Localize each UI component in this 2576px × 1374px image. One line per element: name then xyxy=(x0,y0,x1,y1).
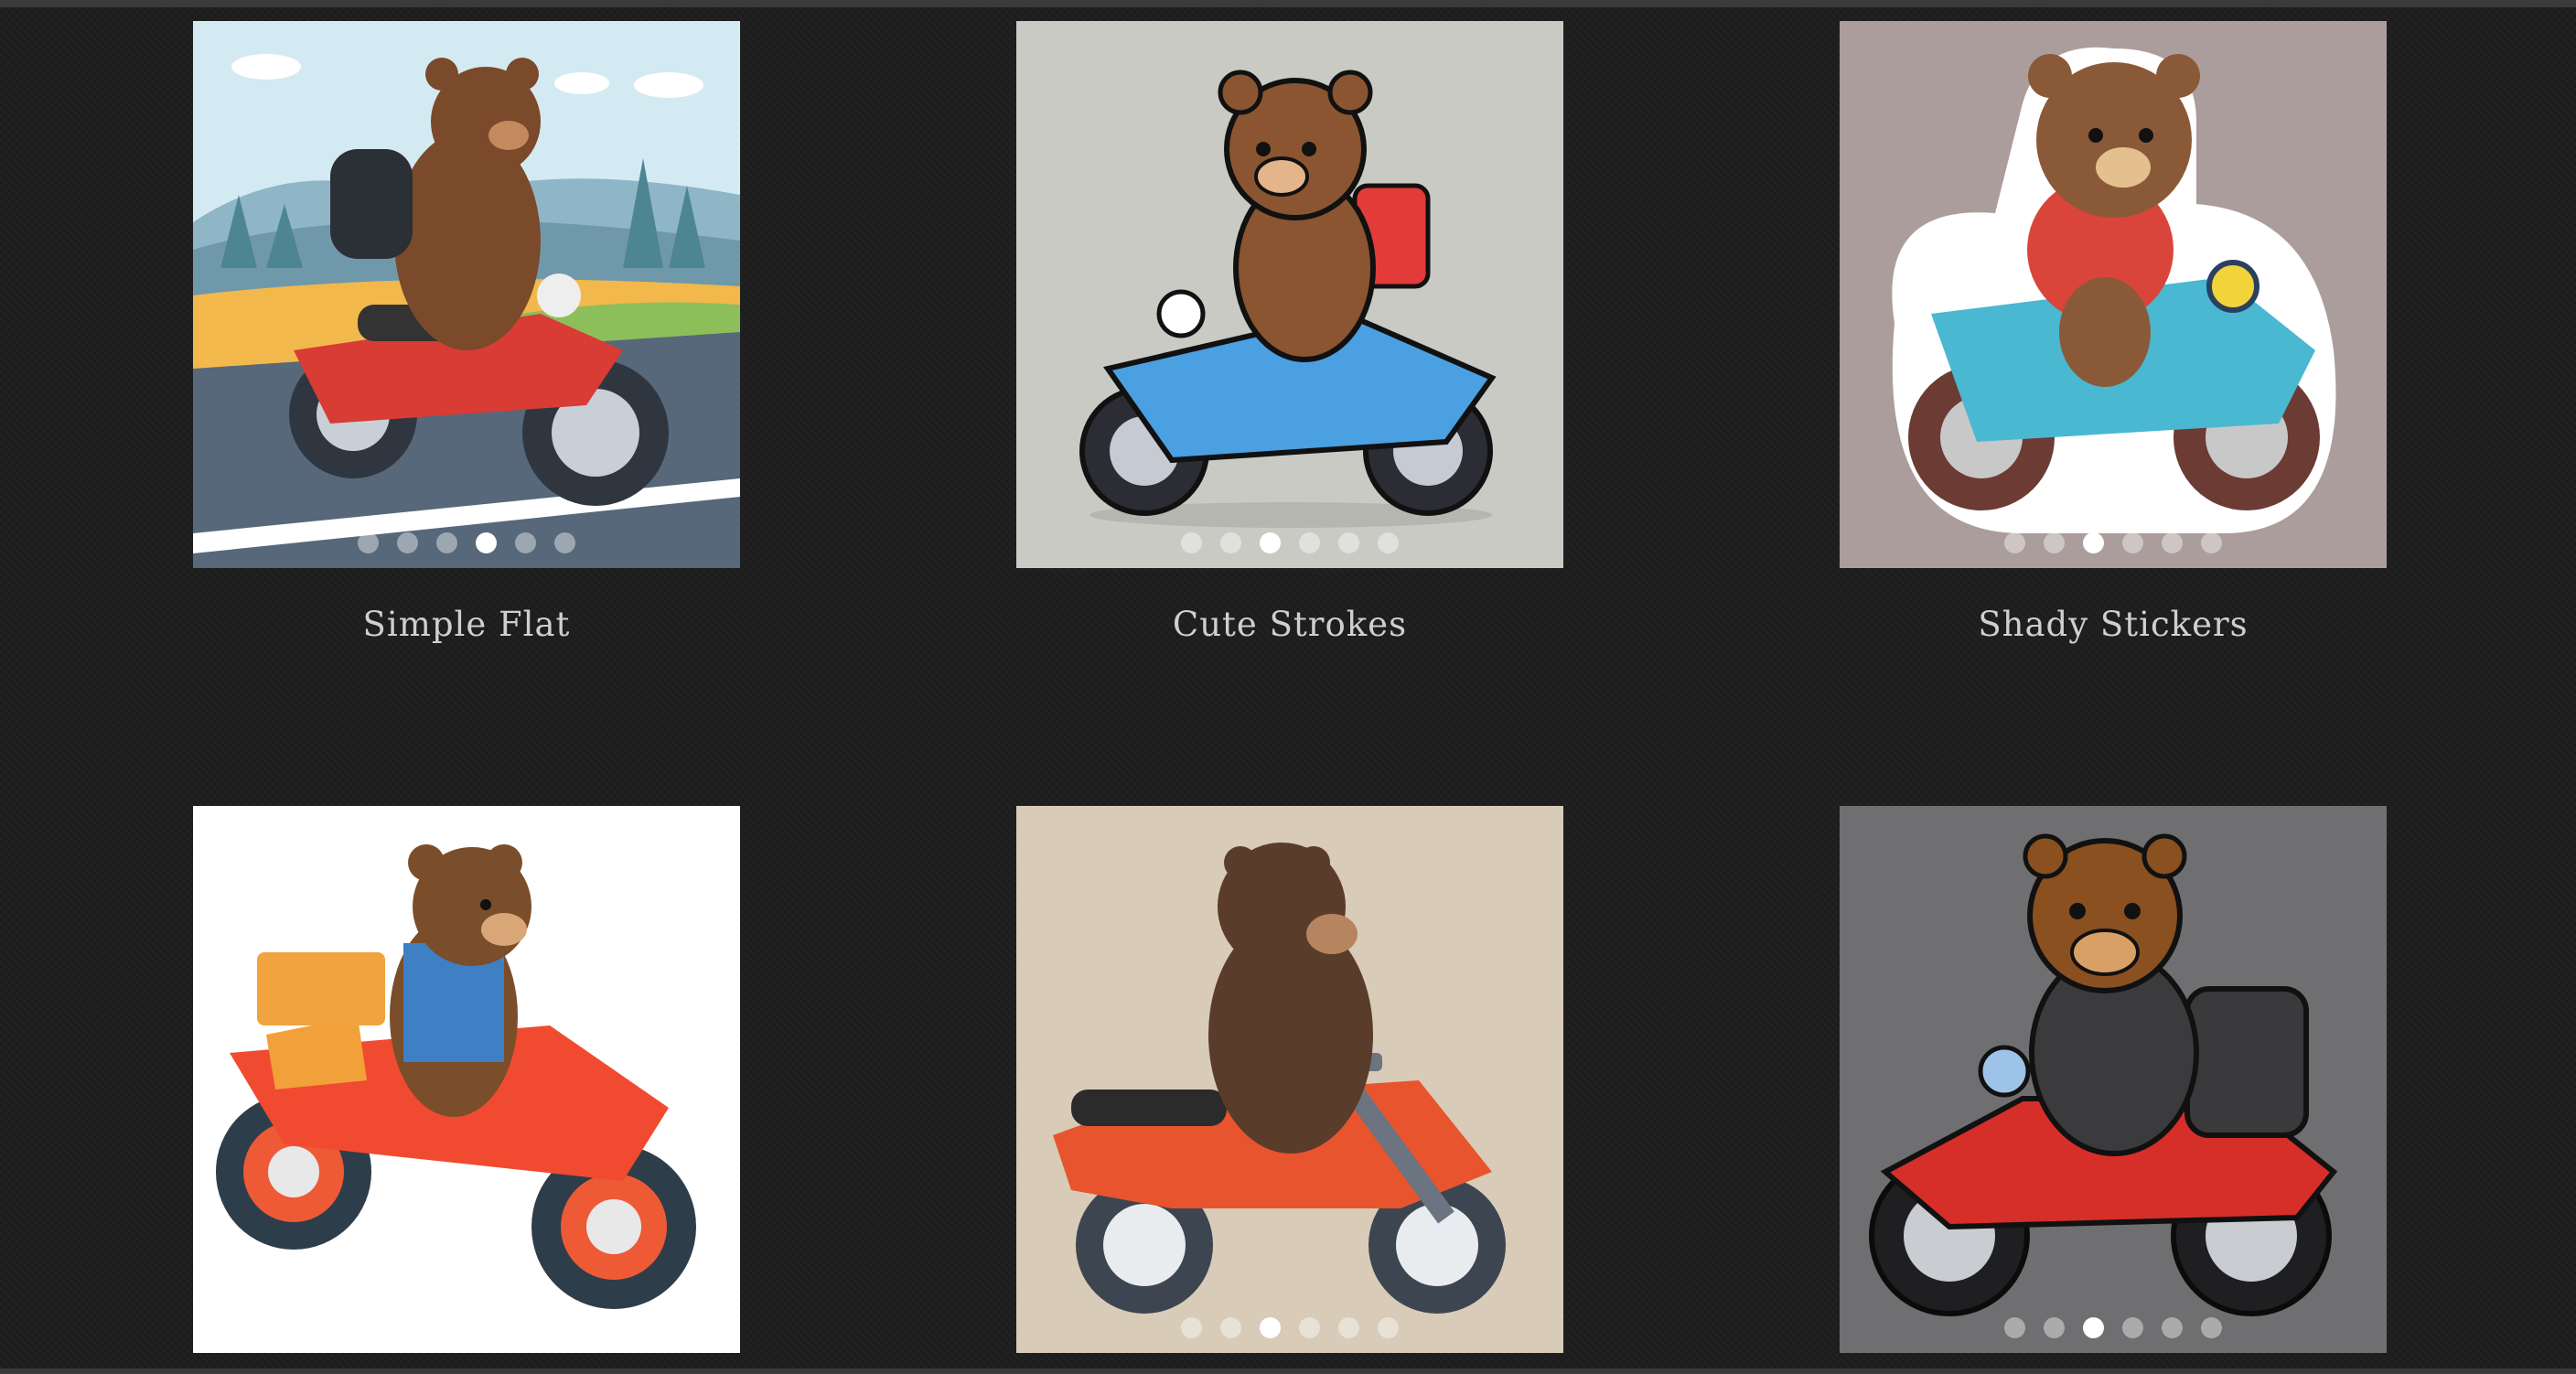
carousel-dot[interactable] xyxy=(1260,532,1281,553)
bear-motorcycle-image xyxy=(193,21,740,568)
carousel-dot[interactable] xyxy=(2201,532,2222,553)
bear-motorcycle-image xyxy=(1840,806,2387,1353)
carousel-dots xyxy=(1840,1317,2387,1338)
bottom-border xyxy=(0,1369,2576,1374)
carousel-dot[interactable] xyxy=(1181,1317,1202,1338)
bear-motorcycle-image xyxy=(1840,21,2387,568)
top-border xyxy=(0,0,2576,7)
carousel-dots xyxy=(193,532,740,553)
carousel-dot[interactable] xyxy=(397,532,418,553)
carousel-dot[interactable] xyxy=(515,532,536,553)
carousel-dot[interactable] xyxy=(1378,1317,1399,1338)
gallery-card-simple-flat[interactable]: Simple Flat xyxy=(193,21,740,644)
card-thumbnail[interactable] xyxy=(1840,806,2387,1353)
card-caption: Simple Flat xyxy=(362,605,571,644)
gallery-card-shady-stickers[interactable]: Shady Stickers xyxy=(1840,21,2387,644)
gallery-card-6[interactable] xyxy=(1840,806,2387,1353)
card-caption: Cute Strokes xyxy=(1172,605,1408,644)
carousel-dot[interactable] xyxy=(2122,532,2143,553)
carousel-dot[interactable] xyxy=(2122,1317,2143,1338)
carousel-dot[interactable] xyxy=(2083,532,2104,553)
gallery-card-4[interactable] xyxy=(193,806,740,1353)
card-thumbnail[interactable] xyxy=(1016,21,1563,568)
carousel-dot[interactable] xyxy=(476,532,497,553)
carousel-dot[interactable] xyxy=(1299,532,1320,553)
carousel-dot[interactable] xyxy=(436,532,457,553)
card-thumbnail[interactable] xyxy=(193,806,740,1353)
carousel-dot[interactable] xyxy=(2162,1317,2183,1338)
carousel-dot[interactable] xyxy=(1338,1317,1359,1338)
carousel-dot[interactable] xyxy=(1260,1317,1281,1338)
carousel-dots xyxy=(1016,532,1563,553)
carousel-dot[interactable] xyxy=(1181,532,1202,553)
gallery-card-cute-strokes[interactable]: Cute Strokes xyxy=(1016,21,1563,644)
carousel-dot[interactable] xyxy=(1299,1317,1320,1338)
carousel-dot[interactable] xyxy=(2004,532,2025,553)
carousel-dot[interactable] xyxy=(2004,1317,2025,1338)
card-thumbnail[interactable] xyxy=(1016,806,1563,1353)
card-caption: Shady Stickers xyxy=(1978,605,2249,644)
carousel-dot[interactable] xyxy=(2044,532,2065,553)
gallery-card-5[interactable] xyxy=(1016,806,1563,1353)
carousel-dot[interactable] xyxy=(554,532,575,553)
carousel-dots xyxy=(1016,1317,1563,1338)
card-thumbnail[interactable] xyxy=(193,21,740,568)
card-thumbnail[interactable] xyxy=(1840,21,2387,568)
carousel-dot[interactable] xyxy=(1378,532,1399,553)
carousel-dots xyxy=(1840,532,2387,553)
carousel-dot[interactable] xyxy=(358,532,379,553)
carousel-dot[interactable] xyxy=(1220,1317,1241,1338)
bear-motorcycle-image xyxy=(1016,806,1563,1353)
carousel-dot[interactable] xyxy=(1220,532,1241,553)
carousel-dot[interactable] xyxy=(2201,1317,2222,1338)
carousel-dot[interactable] xyxy=(2083,1317,2104,1338)
carousel-dot[interactable] xyxy=(2044,1317,2065,1338)
carousel-dot[interactable] xyxy=(2162,532,2183,553)
bear-motorcycle-image xyxy=(1016,21,1563,568)
carousel-dot[interactable] xyxy=(1338,532,1359,553)
bear-motorcycle-image xyxy=(193,806,740,1353)
